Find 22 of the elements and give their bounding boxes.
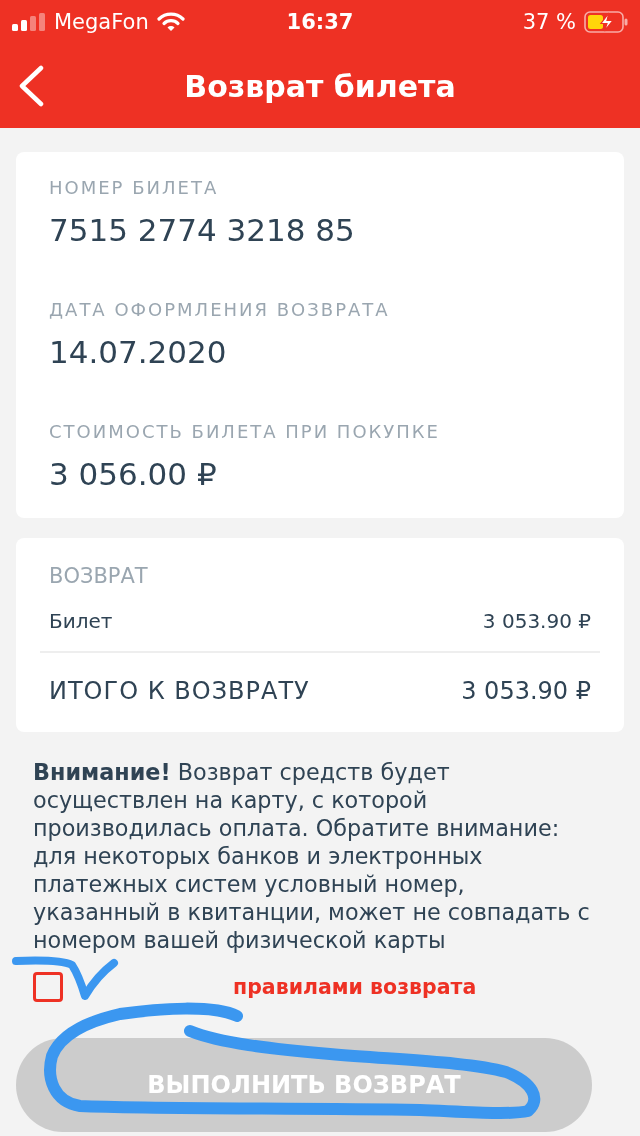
field-label: НОМЕР БИЛЕТА [49, 177, 220, 199]
line-label: Билет [49, 608, 113, 634]
field-label: СТОИМОСТЬ БИЛЕТА ПРИ ПОКУПКЕ [49, 421, 441, 443]
refund-rules-link[interactable]: правилами возврата [233, 973, 477, 1001]
battery-percent: 37 % [522, 10, 576, 34]
field-value: 3 056.00 ₽ [49, 455, 218, 493]
total-label: ИТОГО К ВОЗВРАТУ [49, 676, 310, 706]
battery-charging-icon [584, 11, 628, 33]
wifi-icon [156, 12, 185, 32]
section-title: ВОЗВРАТ [49, 563, 148, 589]
status-time: 16:37 [286, 10, 354, 34]
line-amount: 3 053.90 ₽ [482, 608, 591, 634]
notice-text: Внимание! Возврат средств будет осуществлен на карту, с которой производилась оплата. Обратите внимание: для некоторых банков и электронных платежных систем условный номер, указанный в квитанции, может не совпадать с номером вашей физической карты [33, 758, 591, 954]
back-icon [18, 65, 44, 107]
page-title: Возврат билета [183, 68, 457, 104]
field-value: 7515 2774 3218 85 [49, 211, 356, 249]
signal-icon [12, 13, 46, 31]
field-value: 14.07.2020 [49, 333, 228, 371]
field-label: ДАТА ОФОРМЛЕНИЯ ВОЗВРАТА [49, 299, 391, 321]
total-amount: 3 053.90 ₽ [461, 676, 591, 706]
agree-checkbox[interactable] [33, 972, 63, 1002]
carrier-name: MegaFon [54, 10, 149, 34]
